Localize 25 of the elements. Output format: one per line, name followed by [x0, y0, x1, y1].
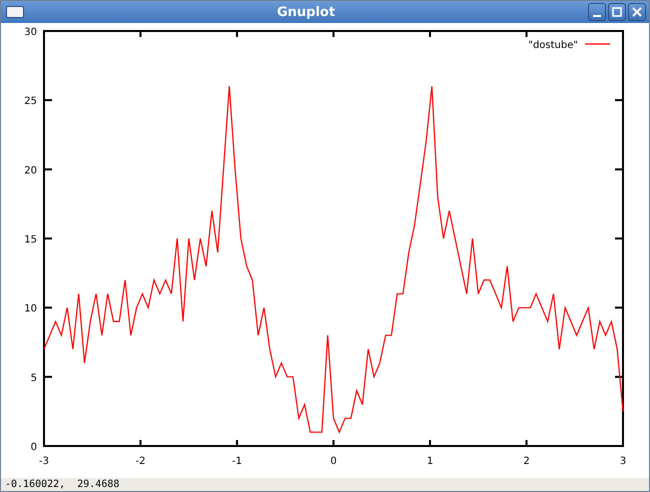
minimize-icon	[593, 15, 601, 17]
axis-tick-label: 5	[30, 372, 37, 384]
window-title: Gnuplot	[276, 4, 336, 20]
axis-tick-label: -2	[136, 456, 146, 467]
axis-tick-label: 3	[620, 456, 626, 467]
minimize-button[interactable]	[588, 3, 606, 21]
maximize-icon	[612, 7, 622, 17]
axis-tick-label: 30	[24, 27, 37, 38]
maximize-button[interactable]	[608, 3, 626, 21]
close-icon	[632, 7, 642, 17]
axis-tick-label: 10	[24, 304, 37, 315]
axis-tick-label: -3	[39, 456, 49, 467]
status-text: -0.160022, 29.4688	[4, 478, 120, 491]
axis-tick-label: 15	[24, 234, 37, 246]
axis-tick-label: 20	[24, 165, 37, 176]
axis-tick-label: 0	[30, 442, 37, 453]
axis-tick-label: 25	[24, 96, 37, 108]
axis-tick-label: 2	[523, 456, 530, 467]
axis-tick-label: 1	[426, 456, 434, 467]
legend-label: "dostube"	[528, 40, 578, 51]
axis-tick-label: 0	[330, 456, 337, 467]
axis-tick-label: -1	[232, 456, 242, 467]
close-button[interactable]	[628, 3, 646, 21]
window-menu-button[interactable]	[6, 6, 24, 18]
legend-line	[585, 43, 610, 45]
